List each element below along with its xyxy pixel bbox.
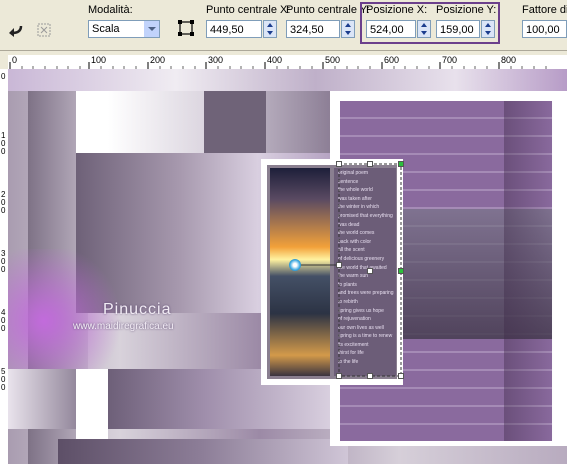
center-x-value: 449,50 bbox=[210, 24, 244, 36]
center-x-spinner[interactable] bbox=[263, 20, 277, 38]
factor-field[interactable]: 100,00 bbox=[522, 20, 567, 38]
center-y-field[interactable]: 324,50 bbox=[286, 20, 340, 38]
vruler-label-400: 4 0 0 bbox=[1, 308, 6, 333]
pos-y-value: 159,00 bbox=[440, 24, 474, 36]
ruler-label-600: 600 bbox=[384, 55, 400, 65]
selection-bounding-box[interactable] bbox=[8, 69, 567, 464]
pos-x-label: Posizione X: bbox=[366, 4, 428, 16]
center-y-label: Punto centrale Y: bbox=[286, 4, 370, 16]
watermark-url: www.maidiregrafica.eu bbox=[73, 321, 174, 332]
center-x-label: Punto centrale X: bbox=[206, 4, 291, 16]
chevron-down-icon[interactable] bbox=[144, 21, 159, 37]
ruler-label-300: 300 bbox=[208, 55, 224, 65]
horizontal-ruler[interactable]: 0 100 200 300 400 500 600 700 800 bbox=[8, 55, 567, 70]
handle-top-right[interactable] bbox=[398, 161, 404, 167]
reset-arrow-icon[interactable] bbox=[4, 18, 28, 42]
ruler-label-800: 800 bbox=[501, 55, 517, 65]
vruler-label-0: 0 bbox=[1, 72, 6, 81]
factor-value: 100,00 bbox=[526, 24, 560, 36]
handle-center[interactable] bbox=[367, 268, 373, 274]
pos-x-value: 524,00 bbox=[370, 24, 404, 36]
handle-mid-left[interactable] bbox=[336, 262, 342, 268]
handle-top-left[interactable] bbox=[336, 161, 342, 167]
vruler-label-100: 1 0 0 bbox=[1, 131, 6, 156]
ruler-label-400: 400 bbox=[267, 55, 283, 65]
watermark-title: Pinuccia bbox=[103, 301, 172, 318]
pos-y-label: Posizione Y: bbox=[436, 4, 497, 16]
tool-options-bar: Modalità: Scala Punto centrale X: 449,50… bbox=[0, 0, 567, 51]
pick-tool-icon[interactable] bbox=[32, 18, 56, 42]
vruler-label-500: 5 0 0 bbox=[1, 367, 6, 392]
ruler-label-0: 0 bbox=[12, 55, 18, 65]
handle-bottom-right[interactable] bbox=[398, 373, 404, 379]
pos-y-field[interactable]: 159,00 bbox=[436, 20, 480, 38]
handle-bottom-left[interactable] bbox=[336, 373, 342, 379]
handle-bottom-mid[interactable] bbox=[367, 373, 373, 379]
deformation-icon[interactable] bbox=[174, 16, 198, 40]
vruler-label-300: 3 0 0 bbox=[1, 249, 6, 274]
ruler-label-700: 700 bbox=[442, 55, 458, 65]
factor-label: Fattore di s bbox=[522, 4, 567, 16]
vruler-label-200: 2 0 0 bbox=[1, 190, 6, 215]
pos-x-field[interactable]: 524,00 bbox=[366, 20, 416, 38]
mode-select[interactable]: Scala bbox=[88, 20, 160, 38]
watermark: Pinuccia www.maidiregrafica.eu bbox=[73, 301, 174, 332]
mode-label: Modalità: bbox=[88, 4, 133, 16]
center-y-spinner[interactable] bbox=[341, 20, 355, 38]
handle-top-mid[interactable] bbox=[367, 161, 373, 167]
ruler-label-200: 200 bbox=[150, 55, 166, 65]
image-canvas[interactable]: original poem sentence the whole world w… bbox=[8, 69, 567, 464]
pos-y-spinner[interactable] bbox=[481, 20, 495, 38]
ruler-corner bbox=[0, 55, 8, 69]
mode-value: Scala bbox=[92, 23, 120, 35]
rotation-pivot-icon[interactable] bbox=[289, 259, 301, 271]
ruler-label-100: 100 bbox=[91, 55, 107, 65]
ruler-label-500: 500 bbox=[325, 55, 341, 65]
center-x-field[interactable]: 449,50 bbox=[206, 20, 262, 38]
center-y-value: 324,50 bbox=[290, 24, 324, 36]
pos-x-spinner[interactable] bbox=[417, 20, 431, 38]
handle-mid-right[interactable] bbox=[398, 268, 404, 274]
